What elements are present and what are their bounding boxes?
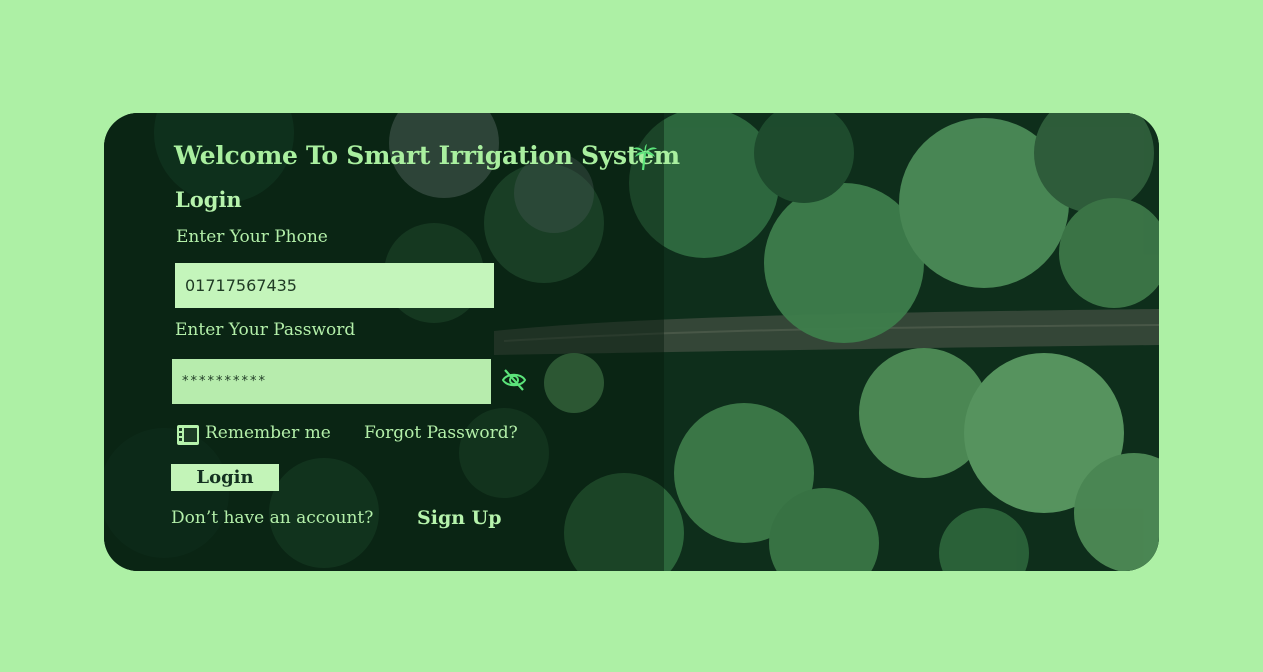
page-title: Welcome To Smart Irrigation System	[174, 141, 680, 170]
palm-tree-icon	[633, 144, 657, 171]
no-account-text: Don’t have an account?	[171, 508, 374, 528]
checkbox-icon[interactable]	[176, 424, 200, 446]
phone-input[interactable]	[175, 263, 494, 308]
login-button[interactable]: Login	[171, 464, 279, 491]
password-label: Enter Your Password	[175, 320, 356, 340]
phone-label: Enter Your Phone	[176, 227, 328, 247]
sign-up-link[interactable]: Sign Up	[417, 507, 502, 529]
login-card: Welcome To Smart Irrigation System Login…	[104, 113, 1159, 571]
password-input[interactable]	[172, 359, 491, 404]
form-heading: Login	[175, 187, 242, 212]
remember-me-label: Remember me	[205, 423, 331, 443]
eye-off-icon[interactable]	[501, 368, 527, 392]
forgot-password-link[interactable]: Forgot Password?	[364, 423, 518, 443]
